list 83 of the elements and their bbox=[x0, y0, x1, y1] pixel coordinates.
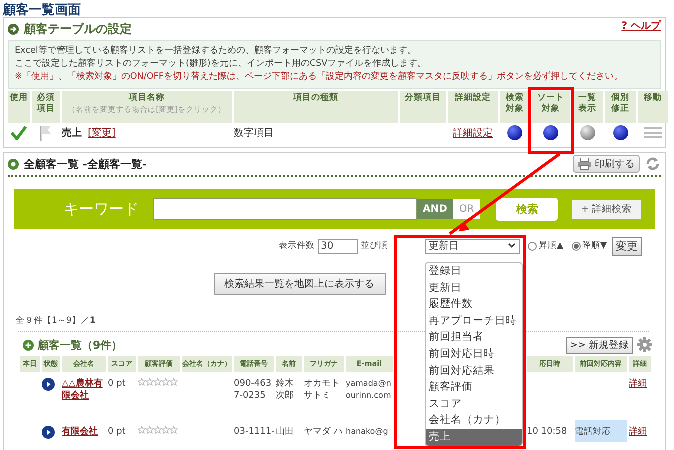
checkmark-icon[interactable] bbox=[11, 126, 27, 140]
company-link[interactable]: △△農林有限会社 bbox=[62, 378, 106, 402]
column-header: 個別修正 bbox=[605, 91, 636, 123]
plus-circle-icon bbox=[23, 340, 34, 350]
dropdown-option[interactable]: 前回対応日時 bbox=[426, 346, 522, 363]
dropdown-option[interactable]: 再アプローチ日時 bbox=[426, 312, 522, 330]
phone-text: 03-1111- bbox=[234, 427, 275, 437]
detail-link[interactable]: 詳細 bbox=[629, 427, 647, 437]
column-header: 検索対象 bbox=[500, 91, 530, 123]
count-label: 表示件数 bbox=[279, 240, 315, 252]
email-text: hanako@g bbox=[346, 427, 388, 436]
company-link[interactable]: 有限会社 bbox=[62, 426, 106, 438]
info-text: ここで設定した顧客リストのフォーマット(雛形)を元に、インポート用のCSVファイルを作成します。 bbox=[15, 58, 428, 71]
help-link[interactable]: ? ヘルプ bbox=[622, 19, 661, 33]
refresh-icon[interactable] bbox=[645, 156, 661, 172]
dropdown-option[interactable]: 前回対応結果 bbox=[426, 362, 522, 380]
keyword-label: キーワード bbox=[64, 200, 139, 218]
column-header: 詳細設定 bbox=[448, 91, 498, 123]
name-text: 山田 bbox=[276, 427, 294, 437]
section-title: 顧客テーブルの設定 bbox=[24, 20, 132, 38]
info-text: Excel等で管理している顧客リストを一括登録するための、顧客フォーマットの設定を行ないます。 bbox=[15, 45, 418, 58]
warning-text: ※「使用」、「検索対象」のON/OFFを切り替えた際は、ページ下部にある「設定内容の変更を顧客マスタに反映する」ボタンを必ず押してください。 bbox=[15, 71, 624, 84]
contact-type-text: 電話対応 bbox=[575, 427, 611, 437]
email-text: yamada@nourinn.com bbox=[346, 379, 392, 400]
printer-icon bbox=[578, 158, 592, 170]
dropdown-option[interactable]: 更新日 bbox=[426, 280, 522, 296]
status-dot-icon[interactable] bbox=[543, 125, 559, 141]
score-text: 0 pt bbox=[108, 427, 126, 437]
dropdown-option[interactable]: 登録日 bbox=[426, 263, 522, 280]
score-text: 0 pt bbox=[108, 379, 126, 389]
dropdown-option[interactable]: 前回担当者 bbox=[426, 329, 522, 346]
dropdown-option[interactable]: スコア bbox=[426, 396, 522, 412]
status-dot-icon[interactable] bbox=[580, 125, 596, 141]
column-header: ソート対象 bbox=[532, 91, 570, 123]
flag-icon[interactable] bbox=[39, 125, 53, 141]
column-header: 項目の種類 bbox=[234, 91, 398, 123]
radio-button[interactable] bbox=[528, 242, 537, 250]
count-field[interactable]: 30 bbox=[318, 238, 358, 254]
sort-order-select[interactable]: 更新日 bbox=[425, 238, 520, 254]
name-text: 鈴木次郎 bbox=[276, 379, 294, 401]
print-button[interactable]: 印刷する bbox=[573, 155, 640, 173]
list-title: 顧客一覧（9件） bbox=[38, 338, 123, 352]
play-icon[interactable] bbox=[42, 426, 55, 439]
map-view-button[interactable]: 検索結果一覧を地図上に表示する bbox=[214, 273, 386, 295]
detail-settings-link[interactable]: 詳細設定 bbox=[453, 126, 493, 140]
column-header: 移動 bbox=[638, 91, 668, 123]
settings-icon[interactable] bbox=[637, 337, 653, 353]
change-link[interactable]: [変更] bbox=[88, 126, 116, 140]
new-registration-button[interactable]: >> 新規登録 bbox=[566, 336, 633, 354]
status-dot-icon[interactable] bbox=[612, 125, 628, 141]
radio-label: 降順▼ bbox=[582, 240, 608, 252]
search-mode-toggle[interactable]: AND bbox=[417, 199, 454, 219]
radio-button[interactable] bbox=[572, 242, 581, 250]
advanced-search-button[interactable]: + 詳細検索 bbox=[572, 200, 642, 218]
dropdown-option[interactable]: 会社名（カナ） bbox=[426, 412, 522, 429]
circle-dot-icon bbox=[8, 158, 19, 170]
kana-text: ヤマダ ハ bbox=[304, 427, 343, 437]
column-header: 分類項目 bbox=[400, 91, 446, 123]
drag-handle-icon[interactable] bbox=[644, 127, 662, 139]
column-header: 一覧表示 bbox=[572, 91, 603, 123]
change-button[interactable]: 変更 bbox=[612, 236, 642, 256]
phone-text: 090-4637-0235 bbox=[234, 379, 272, 401]
page-title: 顧客一覧画面 bbox=[2, 2, 82, 16]
kana-text: オカモトサトミ bbox=[304, 379, 340, 401]
column-header: 必須項目 bbox=[32, 91, 60, 123]
dropdown-option[interactable]: 履歴件数 bbox=[426, 296, 522, 313]
dropdown-option[interactable]: 顧客評価 bbox=[426, 379, 522, 396]
item-name: 売上 bbox=[62, 126, 82, 140]
sort-order-label: 並び順 bbox=[361, 240, 388, 252]
detail-link[interactable]: 詳細 bbox=[629, 379, 647, 389]
radio-label: 昇順▲ bbox=[539, 240, 564, 252]
keyword-field[interactable] bbox=[153, 198, 417, 220]
item-type: 数字項目 bbox=[234, 126, 274, 140]
section-title: 全顧客一覧 -全顧客一覧- bbox=[24, 156, 147, 172]
date-text: 10 10:58 bbox=[527, 427, 568, 437]
result-count: 全９件【1～9】／1 bbox=[16, 315, 96, 327]
highlight-frame bbox=[528, 88, 574, 154]
arrow-circle-icon bbox=[8, 24, 19, 34]
play-icon[interactable] bbox=[42, 378, 55, 391]
status-dot-icon[interactable] bbox=[507, 125, 523, 141]
chevron-icon bbox=[508, 243, 516, 249]
dropdown-option[interactable]: 売上 bbox=[426, 428, 522, 446]
column-header: 使用 bbox=[8, 91, 30, 123]
